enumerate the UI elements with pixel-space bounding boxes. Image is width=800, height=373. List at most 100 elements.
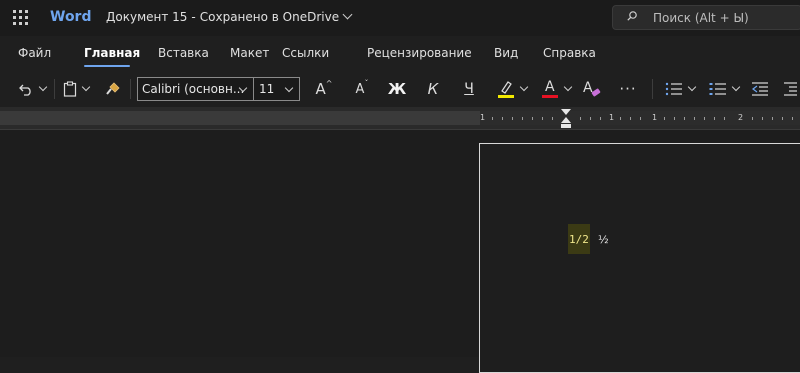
ruler-tick: [664, 117, 665, 120]
numbered-list-icon: [709, 83, 726, 95]
font-size-value: 11: [259, 82, 275, 96]
toolbar-divider: [652, 79, 653, 99]
document-text-fraction-symbol[interactable]: ½: [598, 233, 609, 246]
grow-font-button[interactable]: A ^: [312, 77, 336, 101]
save-status: Сохранено в OneDrive: [199, 10, 340, 24]
ruler-tick: [630, 117, 631, 120]
tab-review[interactable]: Рецензирование: [367, 46, 472, 60]
italic-button[interactable]: К: [422, 77, 444, 101]
document-text-fraction[interactable]: 1/2: [569, 233, 589, 246]
ruler-tick: [782, 117, 783, 120]
toolbar-divider: [130, 79, 131, 99]
font-color-letter: A: [545, 79, 555, 95]
chevron-down-icon: [284, 83, 294, 93]
document-canvas: 1/2 ½: [0, 130, 800, 373]
ruler-tick: [512, 117, 513, 120]
app-launcher-icon[interactable]: [13, 10, 28, 25]
ruler-tick: [762, 117, 763, 120]
ruler-tick: [772, 117, 773, 120]
ruler-tick: [542, 117, 543, 120]
ruler-number: 1: [652, 113, 658, 122]
tab-help[interactable]: Справка: [543, 46, 596, 60]
shrink-font-icon: A: [355, 81, 365, 97]
shrink-font-button[interactable]: Aˇ: [350, 77, 374, 101]
format-painter-button[interactable]: [102, 77, 124, 101]
ruler-tick: [590, 117, 591, 120]
numbering-button[interactable]: [706, 77, 742, 101]
title-bar: Word Документ 15- Сохранено в OneDrive По…: [0, 0, 800, 36]
undo-icon: [19, 84, 31, 96]
ruler-tick: [532, 117, 533, 120]
search-icon: [627, 11, 637, 21]
caret-down-icon: ˇ: [364, 78, 369, 88]
ruler-tick: [502, 117, 503, 120]
chevron-down-icon: [731, 82, 741, 92]
ruler-margin-area: [0, 111, 480, 125]
format-painter-icon: [106, 82, 120, 95]
ruler-tick: [552, 117, 553, 120]
font-size-dropdown[interactable]: 11: [253, 77, 300, 101]
ruler-number: 2: [738, 113, 744, 122]
clear-formatting-button[interactable]: A: [580, 77, 604, 101]
font-color-button[interactable]: A: [538, 77, 574, 101]
document-title-button[interactable]: Документ 15- Сохранено в OneDrive: [106, 9, 353, 24]
increase-indent-icon: [784, 82, 797, 96]
tab-layout[interactable]: Макет: [230, 46, 269, 60]
bold-icon: Ж: [387, 80, 407, 98]
chevron-down-icon: [342, 9, 353, 20]
more-options-button[interactable]: ···: [614, 77, 642, 101]
underline-button[interactable]: Ч: [458, 77, 480, 101]
tab-file[interactable]: Файл: [18, 46, 51, 60]
font-name-dropdown[interactable]: Calibri (основн...: [137, 77, 254, 101]
paste-button[interactable]: [58, 77, 94, 101]
chevron-down-icon: [687, 82, 697, 92]
ruler-tick: [792, 117, 793, 120]
highlighter-icon: [498, 81, 514, 98]
toolbar-divider: [54, 79, 55, 99]
more-icon: ···: [619, 80, 637, 98]
ruler-tick: [674, 117, 675, 120]
horizontal-ruler[interactable]: 1 1 1 2: [0, 107, 800, 130]
underline-icon: Ч: [464, 81, 474, 97]
indent-marker-icon[interactable]: [561, 109, 571, 129]
tab-view[interactable]: Вид: [494, 46, 518, 60]
bold-button[interactable]: Ж: [386, 77, 408, 101]
grow-font-icon: A: [315, 80, 326, 98]
ruler-tick: [522, 117, 523, 120]
tab-insert[interactable]: Вставка: [158, 46, 209, 60]
italic-icon: К: [427, 80, 439, 98]
ruler-tick: [640, 117, 641, 120]
ruler-tick: [714, 117, 715, 120]
ribbon-toolbar: Calibri (основн... 11 A ^ Aˇ Ж К Ч A A ·…: [0, 71, 800, 107]
ruler-number: 1: [609, 113, 615, 122]
caret-up-icon: ^: [325, 78, 333, 88]
tab-home[interactable]: Главная: [84, 46, 140, 60]
bullets-button[interactable]: [662, 77, 698, 101]
document-page[interactable]: 1/2 ½: [479, 143, 800, 373]
search-box[interactable]: Поиск (Alt + Ы): [612, 5, 800, 30]
undo-button[interactable]: [14, 77, 50, 101]
app-name[interactable]: Word: [50, 9, 92, 25]
decrease-indent-icon: [752, 82, 768, 96]
ruler-tick: [580, 117, 581, 120]
ruler-tick: [704, 117, 705, 120]
active-tab-indicator: [84, 65, 130, 67]
chevron-down-icon: [563, 82, 573, 92]
clipboard-icon: [63, 81, 77, 97]
ruler-tick: [684, 117, 685, 120]
clear-formatting-icon: A: [582, 79, 602, 99]
tab-references[interactable]: Ссылки: [282, 46, 329, 60]
font-name-value: Calibri (основн...: [142, 82, 245, 96]
increase-indent-button[interactable]: [780, 77, 800, 101]
document-title: Документ 15: [106, 10, 188, 24]
highlight-button[interactable]: [494, 77, 530, 101]
chevron-down-icon: [38, 82, 48, 92]
chevron-down-icon: [81, 82, 91, 92]
ruler-tick: [620, 117, 621, 120]
search-input[interactable]: Поиск (Alt + Ы): [653, 11, 749, 25]
ruler-tick: [694, 117, 695, 120]
decrease-indent-button[interactable]: [748, 77, 772, 101]
font-color-icon: A: [541, 79, 559, 99]
ribbon-tabs: Файл Главная Вставка Макет Ссылки Реценз…: [0, 36, 800, 71]
bullet-list-icon: [665, 82, 682, 96]
